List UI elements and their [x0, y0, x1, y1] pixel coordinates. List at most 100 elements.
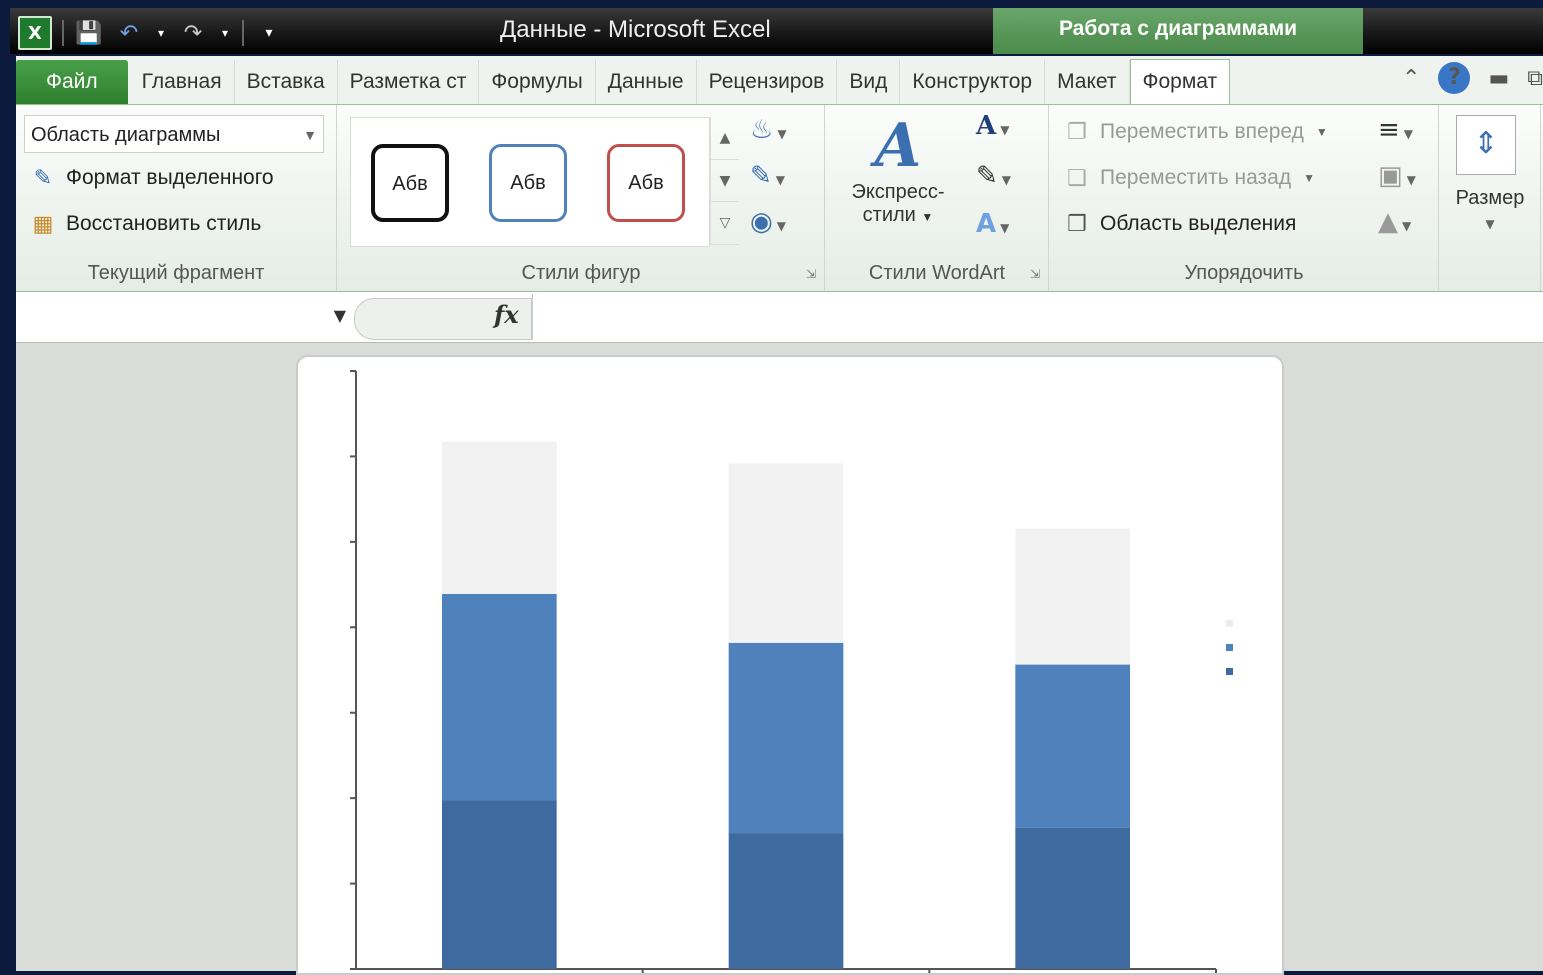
tab-formulas[interactable]: Формулы [479, 60, 596, 104]
rotate-icon[interactable]: ▲ ▼ [1378, 207, 1411, 237]
name-box[interactable]: ▼ [16, 294, 352, 340]
help-icon[interactable]: ? [1438, 62, 1471, 94]
undo-dropdown-icon[interactable]: ▾ [154, 18, 168, 48]
group-label-wordart-styles: Стили WordArt [868, 262, 1006, 284]
customize-qat-icon[interactable]: ▾ [254, 18, 284, 48]
bar-c3-s2 [1015, 664, 1130, 828]
bar-c2-s2 [728, 642, 844, 834]
shape-style-1-label: Абв [392, 173, 428, 195]
size-label: Размер [1455, 187, 1525, 209]
tab-format[interactable]: Формат [1129, 59, 1231, 104]
shape-styles-gallery: Абв Абв Абв [350, 117, 710, 247]
insert-function-icon[interactable]: fx [494, 300, 519, 329]
redo-dropdown-icon[interactable]: ▾ [218, 18, 232, 48]
chevron-down-icon: ▼ [921, 210, 934, 224]
minimize-window-icon[interactable]: ▬ [1488, 66, 1509, 91]
text-fill-icon[interactable]: A ▼ [976, 111, 1009, 141]
shape-outline-icon[interactable]: ✎ ▼ [750, 161, 785, 191]
size-icon: ⇕ [1456, 115, 1516, 175]
tab-insert[interactable]: Вставка [235, 60, 338, 104]
bring-forward-button[interactable]: ❐ Переместить вперед ▼ [1062, 119, 1328, 145]
chevron-down-icon: ▼ [1303, 171, 1315, 185]
bar-c1-s2 [442, 593, 557, 801]
group-size[interactable]: ⇕ Размер ▼ [1440, 105, 1541, 291]
bar-c2-s3 [728, 463, 844, 643]
group-current-selection: Область диаграммы ▼ ✎ Формат выделенного… [16, 105, 337, 291]
selection-pane-icon: ❒ [1067, 211, 1087, 236]
gallery-scroll: ▲ ▼ ▽ [710, 117, 739, 246]
tab-file[interactable]: Файл [16, 60, 128, 104]
undo-icon[interactable]: ↶ [114, 18, 144, 48]
chart-elements-value: Область диаграммы [31, 124, 221, 146]
quick-styles-label-1: Экспресс- [851, 181, 945, 203]
format-selection-button[interactable]: ✎ Формат выделенного [28, 165, 274, 191]
shape-style-2-label: Абв [510, 172, 546, 194]
group-arrange: ❐ Переместить вперед ▼ ❑ Переместить наз… [1050, 105, 1439, 291]
shape-style-3[interactable]: Абв [607, 144, 685, 222]
bar-c3-s1 [1015, 827, 1130, 969]
text-outline-icon[interactable]: ✎ ▼ [976, 161, 1011, 191]
stacked-column-chart[interactable] [298, 357, 1282, 973]
group-label-arrange: Упорядочить [1184, 262, 1304, 284]
window-controls: ⌃ ? ▬ ⧉ [1402, 62, 1543, 94]
chevron-down-icon: ▼ [303, 127, 317, 143]
gallery-up-icon[interactable]: ▲ [711, 117, 739, 160]
quick-styles-label-2: стили ▼ [838, 204, 958, 227]
shape-effects-icon[interactable]: ◉ ▼ [750, 207, 786, 237]
excel-icon[interactable]: X [18, 16, 52, 50]
reset-style-button[interactable]: ▦ Восстановить стиль [28, 211, 262, 237]
shape-style-1[interactable]: Абв [371, 144, 449, 222]
send-backward-button[interactable]: ❑ Переместить назад ▼ [1062, 165, 1315, 191]
restore-window-icon[interactable]: ⧉ [1527, 66, 1543, 91]
shape-fill-icon[interactable]: ♨ ▼ [750, 115, 787, 145]
selection-pane-label: Область выделения [1100, 212, 1297, 235]
save-icon[interactable]: 💾 [74, 18, 104, 48]
chevron-down-icon: ▼ [1485, 217, 1495, 231]
minimize-ribbon-icon[interactable]: ⌃ [1402, 66, 1420, 91]
quick-styles-label-2-text: стили [862, 204, 916, 226]
format-selection-label: Формат выделенного [66, 166, 274, 189]
qat-separator-2 [242, 20, 244, 46]
chart-area[interactable] [296, 355, 1284, 975]
chevron-down-icon: ▼ [333, 306, 346, 325]
gallery-more-icon[interactable]: ▽ [711, 202, 739, 246]
chevron-down-icon: ▼ [1315, 125, 1328, 139]
send-backward-icon: ❑ [1067, 165, 1087, 190]
shape-style-3-label: Абв [628, 172, 664, 194]
quick-access-toolbar: X 💾 ↶ ▾ ↷ ▾ ▾ [18, 16, 284, 50]
redo-icon[interactable]: ↷ [178, 18, 208, 48]
tab-data[interactable]: Данные [596, 60, 697, 104]
tab-review[interactable]: Рецензиров [697, 60, 838, 104]
tab-home[interactable]: Главная [130, 60, 235, 104]
tab-design[interactable]: Конструктор [900, 60, 1046, 104]
shape-style-2[interactable]: Абв [489, 144, 567, 222]
group-label-shape-styles: Стили фигур [521, 262, 641, 284]
send-backward-label: Переместить назад [1100, 166, 1292, 189]
qat-separator [62, 20, 64, 46]
tab-layout[interactable]: Макет [1045, 60, 1130, 104]
tab-page-layout[interactable]: Разметка ст [338, 60, 480, 104]
group-shape-styles: Абв Абв Абв ▲ ▼ ▽ ♨ ▼ ✎ ▼ ◉ ▼ ⇲ Стили фигур [338, 105, 825, 291]
legend-key-1 [1226, 620, 1233, 627]
formula-input[interactable] [532, 294, 1543, 340]
chart-elements-combo[interactable]: Область диаграммы ▼ [24, 115, 324, 153]
bring-forward-icon: ❐ [1067, 119, 1087, 144]
gallery-down-icon[interactable]: ▼ [711, 160, 739, 203]
selection-pane-button[interactable]: ❒ Область выделения [1062, 211, 1296, 237]
wordart-a-icon: A [874, 111, 922, 181]
bar-c2-s1 [728, 833, 844, 969]
chart-tools-context-tab: Работа с диаграммами [993, 8, 1363, 54]
bar-c1-s3 [442, 441, 557, 594]
align-icon[interactable]: ≡ ▼ [1378, 115, 1413, 145]
ribbon-tabs: Файл Главная Вставка Разметка ст Формулы… [16, 56, 1543, 104]
group-objects-icon[interactable]: ▣ ▼ [1378, 161, 1416, 191]
reset-style-label: Восстановить стиль [66, 212, 262, 235]
tab-view[interactable]: Вид [837, 60, 901, 104]
legend-key-3 [1226, 668, 1233, 675]
group-wordart-styles: A Экспресс- стили ▼ A ▼ ✎ ▼ A ▼ ⇲ Стили Wor… [826, 105, 1049, 291]
quick-styles-button[interactable]: A Экспресс- стили ▼ [838, 111, 958, 247]
legend-key-2 [1226, 644, 1233, 651]
bring-forward-label: Переместить вперед [1100, 120, 1304, 143]
text-effects-icon[interactable]: A ▼ [976, 209, 1009, 239]
reset-style-icon: ▦ [32, 211, 54, 236]
